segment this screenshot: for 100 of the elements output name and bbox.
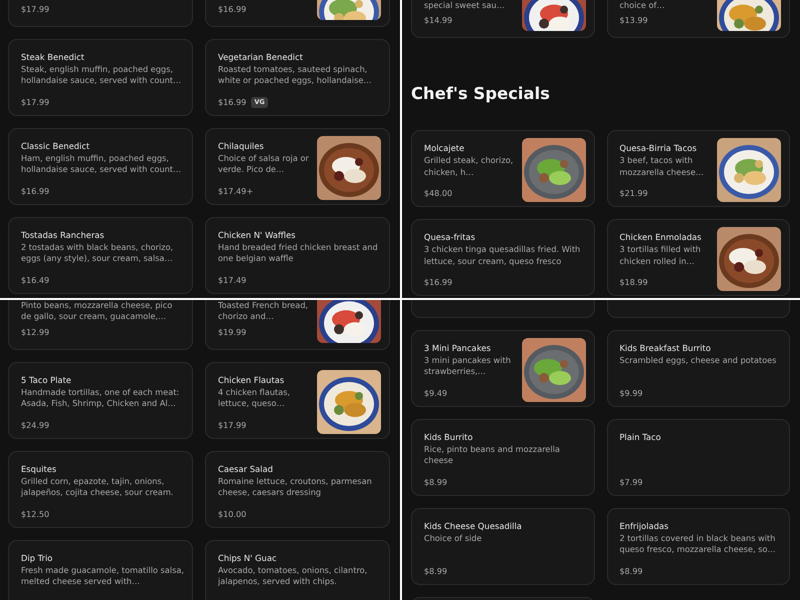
item-name: Steak Benedict [21, 51, 86, 63]
item-price: $21.99 [620, 187, 648, 200]
item-price: $9.49 [424, 387, 448, 399]
item-name: Kids Cheese Quesadilla [424, 520, 523, 532]
menu-card[interactable] [411, 300, 594, 318]
menu-card[interactable]: Enfrijoladas 2 tortillas covered in black beans with queso fresco, mozzarella cheese, so… $8.99 [606, 508, 790, 585]
item-description: 3 beef, tacos with mozzarella cheese… [620, 155, 705, 178]
item-price: $18.99 [620, 276, 648, 288]
item-description: Toasted French bread, chorizo and… [218, 300, 310, 323]
item-description: Fresh made guacamole, tomatillo salsa, melted cheese served with… [21, 564, 184, 588]
item-price: $17.99 [21, 3, 50, 15]
item-price: $16.99 [218, 96, 246, 108]
item-price: $16.99 [21, 185, 50, 197]
item-name: Enfrijoladas [620, 520, 670, 532]
menu-card[interactable]: Classic Benedict Ham, english muffin, poached eggs, hollandaise sauce, served with count… $16.99 [8, 128, 193, 205]
item-description: 2 tortillas covered in black beans with queso fresco, mozzarella cheese, so… [620, 533, 777, 556]
menu-card[interactable] [606, 300, 790, 318]
item-price: $7.99 [620, 476, 643, 488]
item-price: $48.00 [424, 187, 452, 200]
item-name: Classic Benedict [21, 140, 91, 152]
menu-card[interactable]: Plain Taco $7.99 [606, 419, 790, 496]
item-price: $8.99 [424, 476, 448, 488]
menu-card[interactable]: choice of… $13.99 [606, 0, 790, 38]
item-name: Chilaquiles [218, 140, 265, 152]
item-price: $8.99 [620, 565, 643, 577]
item-name: Dip Trio [21, 552, 54, 564]
menu-card[interactable]: $16.99 [205, 0, 390, 27]
menu-card[interactable]: Chicken Enmoladas 3 tortillas filled with chicken rolled in… $18.99 [606, 219, 790, 296]
item-description: 3 chicken tinga quesadillas fried. With lettuce, sour cream, queso fresco [424, 244, 582, 267]
menu-card[interactable]: Steak Benedict Steak, english muffin, poached eggs, hollandaise sauce, served with count… $17.99 [8, 39, 193, 116]
item-name: Kids Burrito [424, 431, 474, 443]
item-name: Chicken Flautas [218, 374, 286, 386]
item-description: 2 tostadas with black beans, chorizo, eggs (any style), sour cream, salsa… [21, 242, 174, 265]
item-description: Scrambled eggs, cheese and potatoes [620, 355, 778, 366]
item-description: Pinto beans, mozzarella cheese, pico de gallo, sour cream, guacamole,… [21, 300, 174, 323]
item-price: $12.50 [21, 508, 50, 520]
item-name: Plain Taco [620, 431, 662, 443]
item-name: Kids Breakfast Burrito [620, 342, 712, 354]
menu-card[interactable]: Kids Burrito Rice, pinto beans and mozzarella cheese $8.99 [411, 419, 594, 496]
item-description: Ham, english muffin, poached eggs, hollandaise sauce, served with count… [21, 153, 182, 176]
item-description: 3 mini pancakes with strawberries,… [424, 355, 512, 378]
item-description: Rice, pinto beans and mozzarella cheese [424, 444, 561, 467]
menu-card[interactable]: Chicken N' Waffles Hand breaded fried chicken breast and one belgian waffle $17.49 [205, 217, 390, 294]
section-heading: Chef's Specials [411, 83, 551, 106]
item-name: Esquites [21, 462, 58, 475]
item-name: Quesa-Birria Tacos [620, 142, 698, 154]
item-price: $8.99 [424, 565, 448, 577]
item-price: $17.99 [21, 96, 50, 108]
menu-card[interactable]: Tostadas Rancheras 2 tostadas with black beans, chorizo, eggs (any style), sour cream, salsa… $16.49 [8, 217, 193, 294]
item-name: Molcajete [424, 142, 466, 154]
item-name: 5 Taco Plate [21, 374, 72, 386]
item-description: Roasted tomatoes, sauteed spinach, white or poached eggs, hollandaise… [218, 64, 373, 87]
item-description: 4 chicken flautas, lettuce, queso… [218, 386, 292, 410]
item-description: Choice of side [424, 533, 483, 544]
menu-card[interactable]: Pinto beans, mozzarella cheese, pico de gallo, sour cream, guacamole,… $12.99 [8, 300, 193, 350]
menu-card[interactable]: Toasted French bread, chorizo and… $19.99 [205, 300, 390, 350]
item-price: $16.99 [424, 276, 452, 288]
item-price: $14.99 [424, 14, 452, 26]
item-price: $17.49 [218, 274, 246, 286]
menu-card[interactable]: Chicken Flautas 4 chicken flautas, lettuce, queso… $17.99 [205, 362, 390, 439]
menu-card[interactable]: Caesar Salad Romaine lettuce, croutons, parmesan cheese, caesars dressing $10.00 [205, 450, 390, 528]
item-name: Quesa-fritas [424, 231, 476, 244]
item-description: Grilled corn, epazote, tajin, onions, jalapeños, cojita cheese, sour cream. [21, 476, 174, 498]
item-name: Caesar Salad [218, 462, 274, 475]
item-name: Chicken Enmoladas [620, 231, 702, 244]
item-description: Choice of salsa roja or verde. Pico de… [218, 153, 310, 176]
menu-card[interactable]: Esquites Grilled corn, epazote, tajin, onions, jalapeños, cojita cheese, sour cream. $12.50 [8, 450, 193, 528]
menu-card[interactable]: Chips N' Guac Avocado, tomatoes, onions, cilantro, jalapenos, served with chips. [205, 540, 390, 600]
menu-card[interactable]: Quesa-fritas 3 chicken tinga quesadillas fried. With lettuce, sour cream, queso fresco $16.99 [411, 219, 594, 296]
item-name: Chicken N' Waffles [218, 229, 296, 241]
menu-card[interactable]: Kids Breakfast Burrito Scrambled eggs, cheese and potatoes $9.99 [606, 330, 790, 407]
menu-card[interactable]: Chilaquiles Choice of salsa roja or verde. Pico de… $17.49+ [205, 128, 390, 205]
item-price: $13.99 [620, 14, 648, 26]
item-description: Grilled steak, chorizo, chicken, h… [424, 155, 514, 178]
item-price: $17.99 [218, 418, 246, 431]
item-description: 3 tortillas filled with chicken rolled in… [620, 244, 702, 267]
item-price: $12.99 [21, 326, 50, 338]
menu-card[interactable]: 3 Mini Pancakes 3 mini pancakes with strawberries,… $9.49 [411, 330, 594, 407]
item-description: Handmade tortillas, one of each meat: Asada, Fish, Shrimp, Chicken and Al… [21, 386, 180, 410]
menu-card[interactable]: 5 Taco Plate Handmade tortillas, one of each meat: Asada, Fish, Shrimp, Chicken and Al… $24.99 [8, 362, 193, 439]
item-price: $24.99 [21, 418, 50, 431]
item-price: $10.00 [218, 508, 246, 520]
menu-card[interactable]: Molcajete Grilled steak, chorizo, chicken, h… $48.00 [411, 130, 594, 208]
item-description: Steak, english muffin, poached eggs, hollandaise sauce, served with count… [21, 64, 182, 87]
menu-card[interactable]: $17.99 [8, 0, 193, 27]
item-description: choice of… [620, 0, 666, 12]
menu-card[interactable]: Dip Trio Fresh made guacamole, tomatillo salsa, melted cheese served with… [8, 540, 193, 600]
item-price: $9.99 [620, 387, 643, 399]
item-name: Tostadas Rancheras [21, 229, 106, 241]
item-name: 3 Mini Pancakes [424, 342, 492, 354]
menu-card[interactable]: Kids Cheese Quesadilla Choice of side $8.99 [411, 508, 594, 585]
item-price: $16.99 [218, 3, 246, 15]
menu-card[interactable]: special sweet sau… $14.99 [411, 0, 594, 38]
menu-card[interactable]: Quesa-Birria Tacos 3 beef, tacos with mozzarella cheese… $21.99 [606, 130, 790, 208]
item-description: Avocado, tomatoes, onions, cilantro, jalapenos, served with chips. [218, 564, 368, 588]
item-price: $17.49+ [218, 185, 254, 197]
item-price: $19.99 [218, 326, 246, 338]
item-description: Romaine lettuce, croutons, parmesan cheese, caesars dressing [218, 476, 373, 498]
item-description: Hand breaded fried chicken breast and one belgian waffle [218, 242, 379, 265]
item-name: Chips N' Guac [218, 552, 278, 564]
